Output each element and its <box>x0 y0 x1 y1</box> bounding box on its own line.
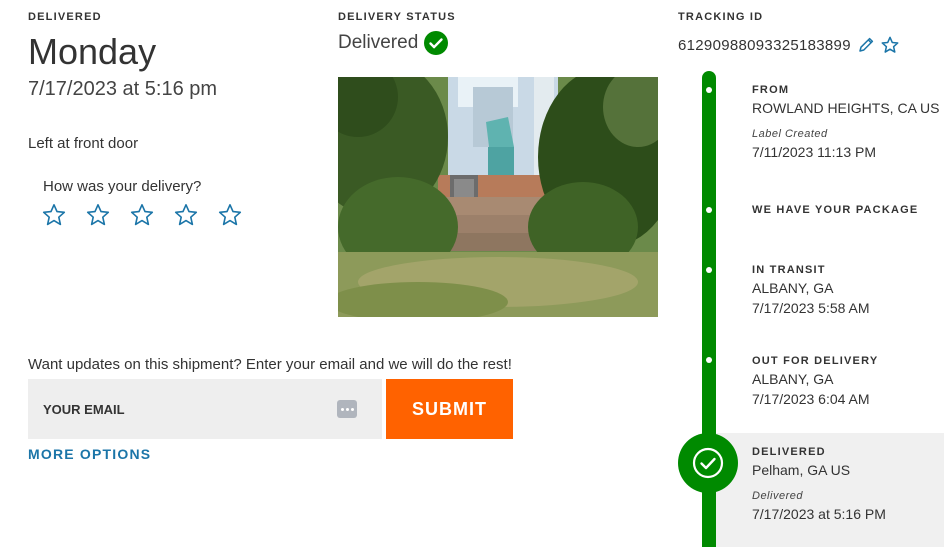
more-options-link[interactable]: MORE OPTIONS <box>28 446 151 462</box>
timeline-dot <box>706 267 712 273</box>
delivery-status-label: DELIVERY STATUS <box>338 11 456 23</box>
event-location: ROWLAND HEIGHTS, CA US <box>752 100 940 116</box>
event-location: ALBANY, GA <box>752 280 834 296</box>
star-5-icon[interactable] <box>218 203 242 227</box>
timeline-event-in-transit: IN TRANSIT ALBANY, GA 7/17/2023 5:58 AM <box>752 264 870 316</box>
event-title: DELIVERED <box>752 446 826 458</box>
star-outline-icon[interactable] <box>881 36 899 54</box>
star-4-icon[interactable] <box>174 203 198 227</box>
timeline-dot <box>706 207 712 213</box>
timeline-event-package-received: WE HAVE YOUR PACKAGE <box>752 204 918 216</box>
tracking-number: 61290988093325183899 <box>678 36 851 54</box>
timeline-dot <box>706 87 712 93</box>
event-date: 7/17/2023 at 5:16 PM <box>752 506 886 522</box>
star-1-icon[interactable] <box>42 203 66 227</box>
event-date: 7/11/2023 11:13 PM <box>752 144 877 160</box>
star-2-icon[interactable] <box>86 203 110 227</box>
delivery-photo[interactable] <box>338 77 658 317</box>
timeline-dot <box>706 357 712 363</box>
submit-button[interactable]: SUBMIT <box>386 379 513 439</box>
delivery-datetime: 7/17/2023 at 5:16 pm <box>28 78 218 100</box>
event-title: IN TRANSIT <box>752 264 826 276</box>
rating-prompt: How was your delivery? <box>43 178 202 195</box>
event-location: ALBANY, GA <box>752 371 834 387</box>
delivered-label: DELIVERED <box>28 11 102 23</box>
timeline-event-from: FROM ROWLAND HEIGHTS, CA US Label Create… <box>752 84 939 160</box>
rating-stars <box>42 203 242 227</box>
email-field <box>28 379 382 439</box>
email-prompt: Want updates on this shipment? Enter you… <box>28 356 512 373</box>
more-dots-icon[interactable] <box>337 400 357 418</box>
event-note: Label Created <box>752 128 828 140</box>
tracking-id-row: 61290988093325183899 <box>678 36 899 54</box>
check-circle-icon <box>424 31 449 55</box>
delivery-location-note: Left at front door <box>28 135 139 152</box>
event-title: OUT FOR DELIVERY <box>752 355 879 367</box>
event-title: FROM <box>752 84 790 96</box>
event-note: Delivered <box>752 490 803 502</box>
delivery-status-text: Delivered <box>338 32 419 53</box>
delivered-check-icon <box>678 433 738 493</box>
delivery-day: Monday <box>28 31 157 72</box>
delivery-status: Delivered <box>338 31 449 55</box>
event-date: 7/17/2023 5:58 AM <box>752 300 870 316</box>
timeline-event-delivered: DELIVERED Pelham, GA US Delivered 7/17/2… <box>752 446 886 522</box>
email-input[interactable] <box>43 401 323 417</box>
star-3-icon[interactable] <box>130 203 154 227</box>
event-date: 7/17/2023 6:04 AM <box>752 391 870 407</box>
event-location: Pelham, GA US <box>752 462 851 478</box>
pencil-icon[interactable] <box>857 36 875 54</box>
timeline-event-out-for-delivery: OUT FOR DELIVERY ALBANY, GA 7/17/2023 6:… <box>752 355 878 407</box>
event-title: WE HAVE YOUR PACKAGE <box>752 204 919 216</box>
tracking-id-label: TRACKING ID <box>678 11 764 23</box>
